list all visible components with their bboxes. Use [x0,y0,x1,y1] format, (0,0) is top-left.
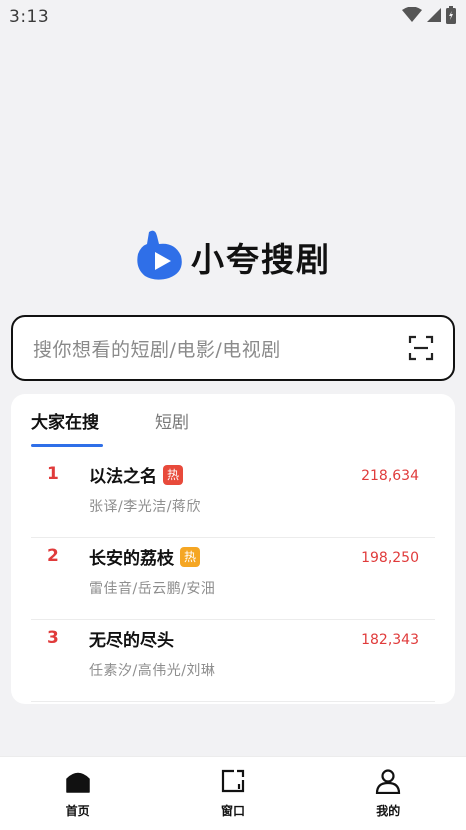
cast-list: 任素汐/高伟光/刘琳 [89,663,216,679]
search-placeholder: 搜你想看的短剧/电影/电视剧 [33,338,281,361]
status-icons [402,6,456,28]
nav-item-home[interactable]: 首页 [38,768,118,819]
nav-label-window: 窗口 [220,804,245,818]
status-time: 3:13 [9,7,50,27]
show-title: 无尽的尽头 [89,631,174,651]
hot-badge: 热 [180,546,200,567]
logo-icon [135,228,185,286]
battery-icon [446,6,456,28]
search-count: 218,634 [361,468,419,484]
list-item[interactable]: 1 以法之名 热 张译/李光洁/蒋欣 218,634 [31,456,435,538]
tab-everyone-searching[interactable]: 大家在搜 [31,408,103,447]
trending-list: 1 以法之名 热 张译/李光洁/蒋欣 218,634 2 长安的荔枝 热 雷佳音… [31,456,435,702]
home-icon [65,768,91,798]
scan-icon[interactable] [407,334,435,362]
signal-icon [426,7,442,27]
user-icon [375,768,401,798]
title-line: 无尽的尽头 [89,626,174,651]
title-line: 长安的荔枝 热 [89,544,200,569]
nav-item-profile[interactable]: 我的 [348,768,428,819]
nav-label-profile: 我的 [376,804,401,818]
hot-badge: 热 [163,464,183,485]
logo-text: 小夸搜剧 [191,240,331,279]
bottom-nav: 首页 窗口 我的 [0,756,466,830]
cast-list: 雷佳音/岳云鹏/安沺 [89,581,216,597]
search-count: 198,250 [361,550,419,566]
search-count: 182,343 [361,632,419,648]
rank-number: 2 [47,546,59,566]
rank-number: 1 [47,464,59,484]
tab-bar: 大家在搜 短剧 [31,408,189,447]
window-icon [220,768,246,798]
rank-number: 3 [47,628,59,648]
cast-list: 张译/李光洁/蒋欣 [89,499,201,515]
wifi-icon [402,6,422,27]
nav-item-window[interactable]: 窗口 [193,768,273,819]
nav-label-home: 首页 [65,804,90,818]
list-item[interactable]: 3 无尽的尽头 任素汐/高伟光/刘琳 182,343 [31,620,435,702]
app-logo: 小夸搜剧 [135,228,331,286]
show-title: 以法之名 [89,467,157,487]
list-item[interactable]: 2 长安的荔枝 热 雷佳音/岳云鹏/安沺 198,250 [31,538,435,620]
status-bar: 3:13 [0,0,466,34]
search-input[interactable]: 搜你想看的短剧/电影/电视剧 [11,315,455,381]
title-line: 以法之名 热 [89,462,183,487]
tab-short-drama[interactable]: 短剧 [155,408,189,447]
show-title: 长安的荔枝 [89,549,174,569]
trending-card: 大家在搜 短剧 1 以法之名 热 张译/李光洁/蒋欣 218,634 2 长安的… [11,394,455,704]
